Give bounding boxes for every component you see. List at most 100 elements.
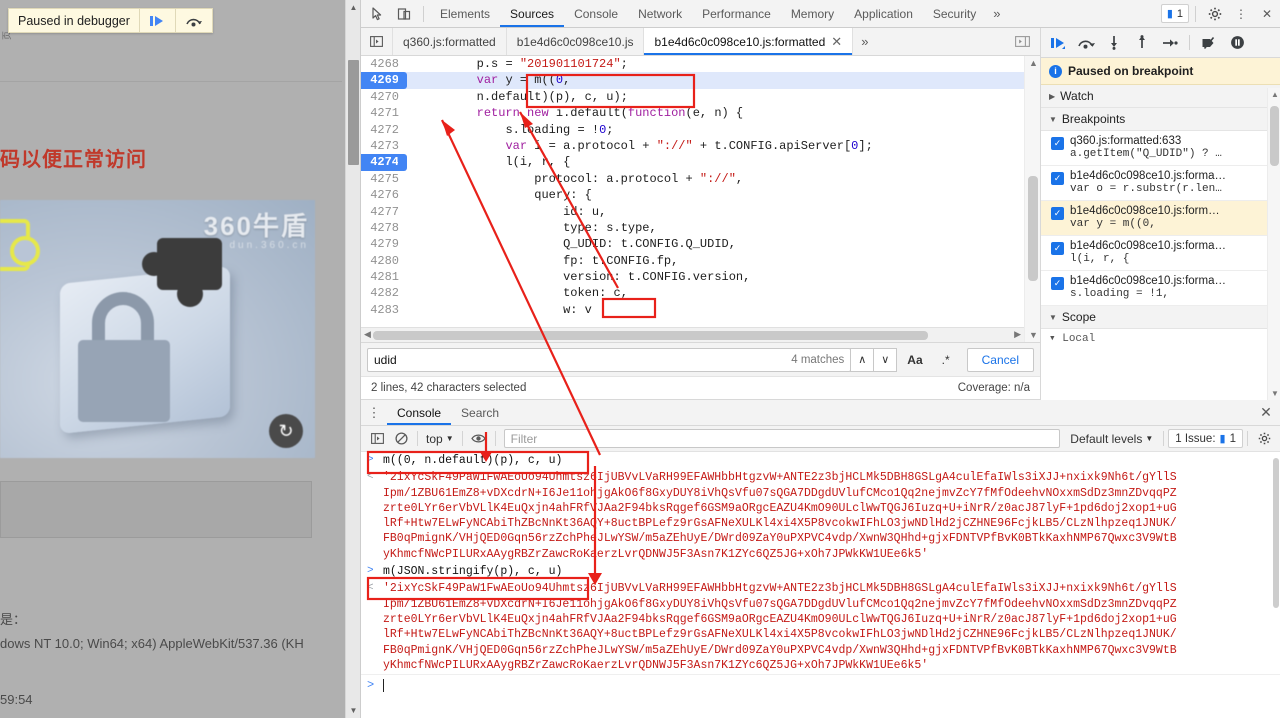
scroll-down-icon[interactable]: ▼ — [346, 703, 360, 718]
code-line-text[interactable]: return new i.default(function(e, n) { — [419, 105, 744, 121]
deactivate-breakpoints-icon[interactable] — [1196, 30, 1222, 56]
resume-script-icon[interactable] — [1045, 30, 1071, 56]
code-line-text[interactable]: var i = a.protocol + "://" + t.CONFIG.ap… — [419, 138, 872, 154]
breakpoint-item[interactable]: ✓ b1e4d6c0c098ce10.js:forma… var o = r.sub… — [1041, 166, 1280, 201]
code-line[interactable]: 4275 protocol: a.protocol + "://", — [361, 170, 1024, 188]
regex-button[interactable]: .* — [933, 348, 959, 372]
resume-icon[interactable] — [140, 9, 176, 32]
step-out-icon[interactable] — [1129, 30, 1155, 56]
code-line-text[interactable]: token: c, — [419, 285, 628, 301]
code-line[interactable]: 4268 p.s = "201901101724"; — [361, 56, 1024, 73]
code-line-text[interactable]: protocol: a.protocol + "://", — [419, 171, 743, 187]
code-line[interactable]: 4277 id: u, — [361, 203, 1024, 220]
refresh-icon[interactable]: ↻ — [269, 414, 303, 448]
sidebar-scrollbar[interactable]: ▲ ▼ — [1267, 88, 1280, 400]
console-input-entry[interactable]: > m(JSON.stringify(p), c, u) — [361, 563, 1280, 580]
console-output-entry[interactable]: < '2ixYcSkF49PaW1FwAEoUo94Uhmtsz6IjUBVvLV… — [361, 469, 1280, 563]
code-line[interactable]: 4273 var i = a.protocol + "://" + t.CONF… — [361, 137, 1024, 155]
code-editor[interactable]: 4268 p.s = "201901101724"; 4269 var y = m… — [361, 56, 1040, 342]
line-number[interactable]: 4278 — [361, 219, 407, 237]
issues-chip[interactable]: ▮ 1 — [1160, 4, 1189, 23]
breakpoint-item[interactable]: ✓ b1e4d6c0c098ce10.js:forma… l(i, r, { — [1041, 236, 1280, 271]
code-lines[interactable]: 4268 p.s = "201901101724"; 4269 var y = m… — [361, 56, 1024, 326]
code-line-text[interactable]: Q_UDID: t.CONFIG.Q_UDID, — [419, 236, 736, 252]
clear-console-icon[interactable] — [389, 428, 413, 450]
line-number[interactable]: 4272 — [361, 121, 407, 138]
captcha-input[interactable] — [0, 481, 312, 538]
console-sidebar-icon[interactable] — [365, 428, 389, 450]
section-watch[interactable]: ▶ Watch — [1041, 85, 1280, 108]
breakpoint-checkbox[interactable]: ✓ — [1051, 207, 1064, 220]
breakpoint-item[interactable]: ✓ b1e4d6c0c098ce10.js:forma… s.loading = !… — [1041, 271, 1280, 306]
close-icon[interactable]: ✕ — [1254, 2, 1280, 26]
code-line[interactable]: 4271 return new i.default(function(e, n)… — [361, 105, 1024, 122]
scroll-up-icon[interactable]: ▲ — [346, 0, 360, 15]
line-number[interactable]: 4283 — [361, 301, 407, 319]
code-line[interactable]: 4276 query: { — [361, 187, 1024, 204]
code-line-text[interactable]: n.default)(p), c, u); — [419, 89, 628, 105]
line-number[interactable]: 4279 — [361, 236, 407, 253]
code-line-text[interactable]: s.loading = !0; — [419, 122, 613, 138]
match-case-button[interactable]: Aa — [901, 348, 928, 372]
breakpoint-checkbox[interactable]: ✓ — [1051, 137, 1064, 150]
line-number[interactable]: 4277 — [361, 203, 407, 220]
file-tab-q360[interactable]: q360.js:formatted — [393, 28, 507, 55]
cancel-button[interactable]: Cancel — [966, 347, 1034, 372]
step-over-icon[interactable] — [1073, 30, 1099, 56]
file-tab-b1e4d6c0c098ce10[interactable]: b1e4d6c0c098ce10.js — [507, 28, 645, 55]
breakpoint-location[interactable]: b1e4d6c0c098ce10.js:forma… — [1070, 275, 1226, 287]
code-line-text[interactable]: w: v — [419, 302, 592, 318]
tab-sources[interactable]: Sources — [500, 0, 564, 27]
code-line-text[interactable]: type: s.type, — [419, 220, 657, 236]
scroll-up-icon[interactable]: ▲ — [1271, 90, 1279, 99]
console-output-entry[interactable]: < '2ixYcSkF49PaW1FwAEoUo94Uhmtsz6IjUBVvLV… — [361, 580, 1280, 674]
code-line[interactable]: 4280 fp: t.CONFIG.fp, — [361, 252, 1024, 270]
section-breakpoints[interactable]: ▼ Breakpoints — [1041, 108, 1280, 131]
console-scrollbar[interactable] — [1272, 452, 1280, 718]
scope-local-row[interactable]: ▾ Local — [1041, 329, 1280, 341]
code-line-text[interactable]: fp: t.CONFIG.fp, — [419, 253, 678, 269]
breakpoint-location[interactable]: b1e4d6c0c098ce10.js:forma… — [1070, 170, 1226, 182]
line-number[interactable]: 4275 — [361, 170, 407, 188]
inspect-cursor-icon[interactable] — [365, 2, 391, 26]
code-line[interactable]: 4269 var y = m((0, — [361, 72, 1024, 89]
tab-console[interactable]: Console — [564, 0, 628, 27]
vertical-dots-icon[interactable]: ⋮ — [1228, 2, 1254, 26]
code-vscroll-thumb[interactable] — [1028, 176, 1038, 281]
drawer-tab-search[interactable]: Search — [451, 400, 509, 425]
close-icon[interactable]: ✕ — [831, 34, 842, 50]
sidebar-scrollbar-thumb[interactable] — [1270, 106, 1279, 166]
chevron-up-icon[interactable]: ∧ — [850, 347, 875, 372]
show-debugger-sidebar-icon[interactable] — [1004, 28, 1040, 55]
breakpoint-location[interactable]: b1e4d6c0c098ce10.js:form… — [1070, 205, 1220, 217]
tab-performance[interactable]: Performance — [692, 0, 781, 27]
chevron-double-right-icon[interactable]: » — [986, 6, 1007, 21]
console-scrollbar-thumb[interactable] — [1273, 458, 1279, 608]
code-line[interactable]: 4278 type: s.type, — [361, 219, 1024, 237]
code-line[interactable]: 4282 token: c, — [361, 285, 1024, 302]
gear-icon[interactable] — [1202, 2, 1228, 26]
page-scrollbar[interactable]: ▲ ▼ — [345, 0, 360, 718]
line-number[interactable]: 4282 — [361, 285, 407, 302]
chevron-down-icon[interactable]: ∨ — [873, 347, 898, 372]
code-hscroll-thumb[interactable] — [373, 331, 928, 340]
chevron-double-right-icon[interactable]: » — [853, 28, 876, 55]
tab-elements[interactable]: Elements — [430, 0, 500, 27]
tab-application[interactable]: Application — [844, 0, 923, 27]
line-number[interactable]: 4269 — [361, 72, 407, 89]
tab-security[interactable]: Security — [923, 0, 986, 27]
console-prompt[interactable]: > — [361, 674, 1280, 696]
scroll-down-icon[interactable]: ▼ — [1271, 389, 1279, 398]
show-navigator-icon[interactable] — [361, 28, 393, 55]
line-number[interactable]: 4280 — [361, 252, 407, 270]
step-icon[interactable] — [1157, 30, 1183, 56]
console-filter-input[interactable]: Filter — [503, 429, 1061, 448]
tab-network[interactable]: Network — [628, 0, 692, 27]
code-line-text[interactable]: l(i, r, { — [419, 154, 570, 170]
code-line-text[interactable]: var y = m((0, — [419, 72, 571, 88]
code-horizontal-scrollbar[interactable]: ◀ ▶ — [361, 327, 1024, 342]
code-line-text[interactable]: query: { — [419, 187, 592, 203]
search-input[interactable]: udid 4 matches — [367, 347, 852, 372]
breakpoint-location[interactable]: q360.js:formatted:633 — [1070, 135, 1222, 147]
scroll-right-icon[interactable]: ▶ — [1014, 329, 1021, 340]
